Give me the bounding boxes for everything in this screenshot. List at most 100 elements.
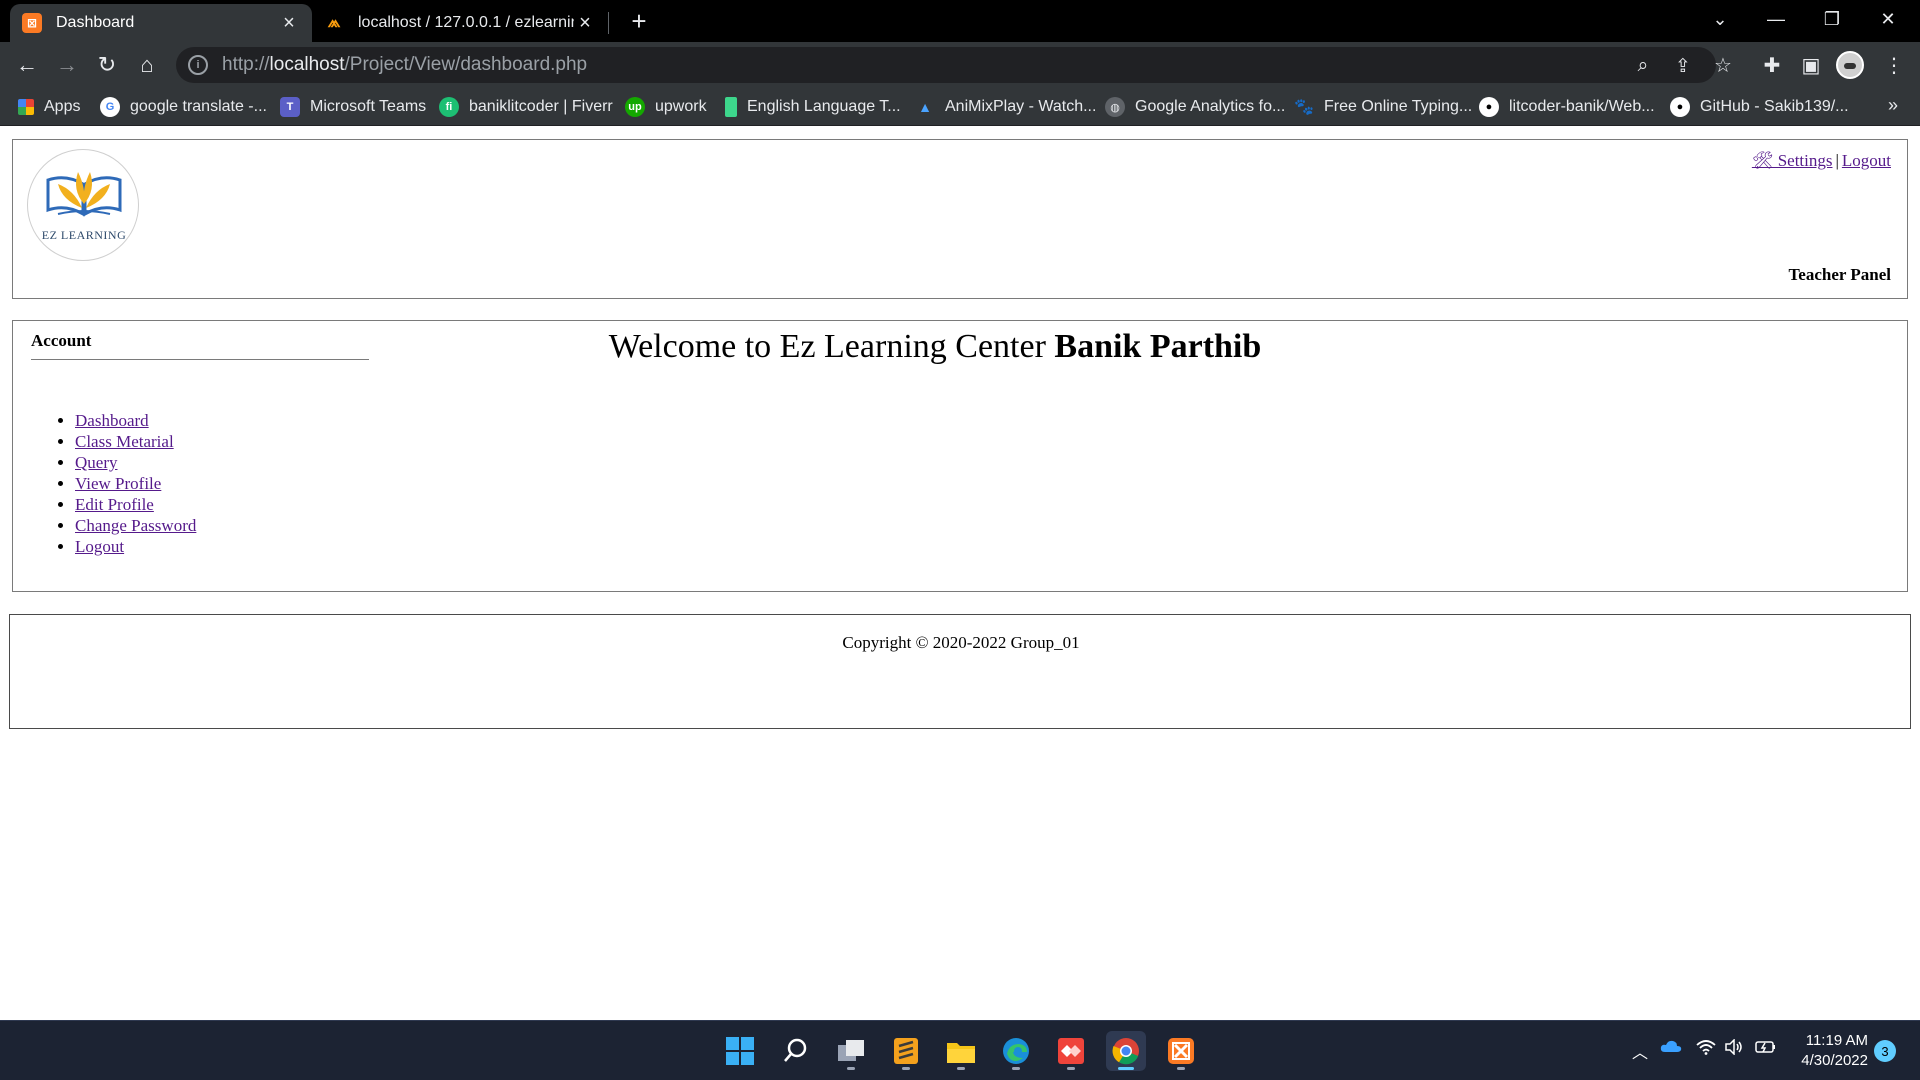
search-icon[interactable] xyxy=(776,1031,816,1071)
menu-item-edit-profile: Edit Profile xyxy=(75,494,196,515)
bookmark-microsoft-teams[interactable]: T Microsoft Teams xyxy=(280,95,426,119)
show-hidden-icons-chevron-icon[interactable]: ︿ xyxy=(1632,1039,1648,1063)
forward-arrow-icon[interactable]: → xyxy=(50,48,84,82)
bookmark-sakib-github[interactable]: ● GitHub - Sakib139/... xyxy=(1670,95,1849,119)
github-icon: ● xyxy=(1479,97,1499,117)
tab-title: Dashboard xyxy=(56,14,135,31)
close-tab-icon[interactable]: × xyxy=(278,12,300,35)
sublime-text-icon[interactable] xyxy=(886,1031,926,1071)
clock-date: 4/30/2022 xyxy=(1801,1052,1868,1069)
bookmark-star-icon[interactable]: ☆ xyxy=(1706,48,1740,82)
bookmark-typing[interactable]: 🐾 Free Online Typing... xyxy=(1294,95,1472,119)
phpmyadmin-icon: ⩕ xyxy=(327,14,341,31)
tab-phpmyadmin[interactable]: ⩕ localhost / 127.0.0.1 / ezlearning × xyxy=(312,4,608,42)
main-content: Account Dashboard Class Metarial Query V… xyxy=(12,320,1908,592)
share-icon[interactable]: ⇪ xyxy=(1672,55,1694,77)
minimize-button[interactable]: — xyxy=(1748,0,1804,38)
windows-start-icon[interactable] xyxy=(720,1031,760,1071)
welcome-heading: Welcome to Ez Learning Center Banik Part… xyxy=(13,328,1857,366)
class-material-link[interactable]: Class Metarial xyxy=(75,432,174,451)
bookmark-label: GitHub - Sakib139/... xyxy=(1700,98,1849,115)
bookmark-google-translate[interactable]: G google translate -... xyxy=(100,95,267,119)
system-clock[interactable]: 11:19 AM 4/30/2022 xyxy=(1792,1031,1868,1071)
copyright-text: Copyright © 2020-2022 Group_01 xyxy=(842,633,1080,652)
book-logo-icon xyxy=(46,172,122,217)
running-indicator xyxy=(847,1067,855,1070)
query-link[interactable]: Query xyxy=(75,453,117,472)
view-profile-link[interactable]: View Profile xyxy=(75,474,161,493)
logout-link[interactable]: Logout xyxy=(75,537,124,556)
bookmark-label: upwork xyxy=(655,98,707,115)
tab-search-chevron-icon[interactable]: ⌄ xyxy=(1692,0,1748,38)
battery-charging-icon[interactable] xyxy=(1753,1039,1777,1060)
teams-icon: T xyxy=(280,97,300,117)
onedrive-cloud-icon[interactable] xyxy=(1660,1039,1682,1058)
welcome-text: Welcome to Ez Learning Center xyxy=(608,328,1046,365)
task-view-icon[interactable] xyxy=(831,1031,871,1071)
bookmark-label: AniMixPlay - Watch... xyxy=(945,98,1097,115)
running-indicator xyxy=(1067,1067,1075,1070)
zoom-icon[interactable]: ⌕ xyxy=(1632,55,1654,77)
bookmark-label: Free Online Typing... xyxy=(1324,98,1473,115)
url-text: http://localhost/Project/View/dashboard.… xyxy=(222,54,588,75)
bookmark-label: Apps xyxy=(44,98,81,115)
globe-icon: ◍ xyxy=(1105,97,1125,117)
menu-item-view-profile: View Profile xyxy=(75,473,196,494)
webpage: EZ LEARNING 🛠 Settings | Logout Teacher Pa… xyxy=(0,127,1920,1020)
bookmark-label: litcoder-banik/Web... xyxy=(1509,98,1655,115)
bookmark-label: English Language T... xyxy=(747,98,901,115)
edit-profile-link[interactable]: Edit Profile xyxy=(75,495,154,514)
bookmark-fiverr[interactable]: fi baniklitcoder | Fiverr xyxy=(439,95,613,119)
bookmark-english-language[interactable]: English Language T... xyxy=(725,95,901,119)
tab-divider xyxy=(608,12,609,34)
menu-item-query: Query xyxy=(75,452,196,473)
dashboard-link[interactable]: Dashboard xyxy=(75,411,149,430)
close-tab-icon[interactable]: × xyxy=(574,12,596,35)
notification-badge[interactable]: 3 xyxy=(1874,1040,1896,1062)
header-logout-link[interactable]: Logout xyxy=(1842,151,1891,170)
wifi-icon[interactable] xyxy=(1696,1039,1716,1060)
site-info-icon[interactable]: i xyxy=(188,55,208,75)
ez-learning-logo: EZ LEARNING xyxy=(27,149,139,261)
running-indicator xyxy=(1118,1067,1134,1070)
close-window-button[interactable]: ✕ xyxy=(1860,0,1916,38)
side-panel-icon[interactable]: ▣ xyxy=(1794,48,1828,82)
bookmark-apps[interactable]: Apps xyxy=(18,95,80,119)
bookmark-label: Microsoft Teams xyxy=(310,98,427,115)
change-password-link[interactable]: Change Password xyxy=(75,516,196,535)
profile-avatar[interactable] xyxy=(1836,51,1864,79)
reload-icon[interactable]: ↻ xyxy=(90,48,124,82)
volume-icon[interactable] xyxy=(1724,1038,1744,1060)
bookmark-label: baniklitcoder | Fiverr xyxy=(469,98,613,115)
restore-button[interactable]: ❐ xyxy=(1804,0,1860,38)
paw-icon: 🐾 xyxy=(1294,99,1314,116)
home-icon[interactable]: ⌂ xyxy=(130,48,164,82)
settings-link[interactable]: 🛠 Settings xyxy=(1752,151,1833,170)
file-explorer-icon[interactable] xyxy=(941,1031,981,1071)
windows-taskbar: ︿ 11:19 AM 4/30/2022 3 xyxy=(0,1020,1920,1080)
back-arrow-icon[interactable]: ← xyxy=(10,48,44,82)
tab-dashboard[interactable]: ⊠ Dashboard × xyxy=(10,4,312,42)
running-indicator xyxy=(1012,1067,1020,1070)
anydesk-icon[interactable] xyxy=(1051,1031,1091,1071)
site-footer: Copyright © 2020-2022 Group_01 xyxy=(9,614,1911,729)
new-tab-button[interactable]: + xyxy=(622,4,656,38)
running-indicator xyxy=(1177,1067,1185,1070)
address-bar[interactable]: i http://localhost/Project/View/dashboar… xyxy=(176,47,1716,83)
site-header: EZ LEARNING 🛠 Settings | Logout Teacher Pa… xyxy=(12,139,1908,299)
link-separator: | xyxy=(1835,151,1839,170)
bookmark-google-analytics[interactable]: ◍ Google Analytics fo... xyxy=(1105,95,1285,119)
extensions-puzzle-icon[interactable]: ✚ xyxy=(1755,48,1789,82)
logo-text: EZ LEARNING xyxy=(41,228,127,242)
github-icon: ● xyxy=(1670,97,1690,117)
chrome-icon[interactable] xyxy=(1106,1031,1146,1071)
edge-icon[interactable] xyxy=(996,1031,1036,1071)
more-bookmarks-chevron-icon[interactable]: » xyxy=(1888,95,1898,116)
bookmark-animixplay[interactable]: ▲ AniMixPlay - Watch... xyxy=(915,95,1096,119)
account-menu: Dashboard Class Metarial Query View Prof… xyxy=(49,410,196,557)
xampp-icon[interactable] xyxy=(1161,1031,1201,1071)
menu-kebab-icon[interactable]: ⋮ xyxy=(1877,48,1911,82)
bookmark-upwork[interactable]: up upwork xyxy=(625,95,707,119)
bookmark-litcoder-github[interactable]: ● litcoder-banik/Web... xyxy=(1479,95,1655,119)
animixplay-icon: ▲ xyxy=(918,99,932,115)
